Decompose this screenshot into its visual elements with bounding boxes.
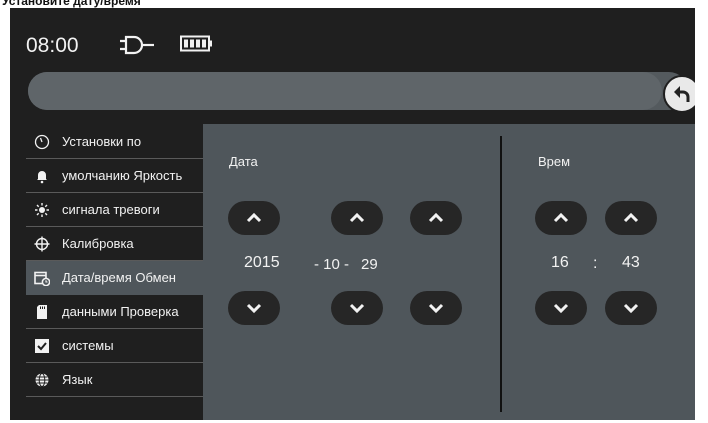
page-caption: Установите дату/время [2,0,141,8]
day-down-button[interactable] [410,291,462,325]
sidebar-item-alarm[interactable]: сигнала тревоги [26,193,206,227]
sidebar-item-label: сигнала тревоги [62,202,160,217]
chevron-up-icon [623,212,639,223]
power-plug-icon [120,35,154,55]
progress-bar [28,72,688,110]
hour-down-button[interactable] [535,291,587,325]
sidebar-item-language[interactable]: Язык [26,363,206,397]
battery-icon [180,35,212,52]
sidebar-menu: Установки по умолчанию Яркость сигнала т… [26,125,206,397]
datetime-panel: Дата Врем 2015 - 10 - 29 16 : 43 [203,124,695,420]
sidebar-item-data-exchange[interactable]: данными Проверка [26,295,206,329]
time-section-label: Врем [538,154,571,169]
chevron-up-icon [553,212,569,223]
day-value: 29 [361,256,378,273]
chevron-down-icon [349,303,365,314]
hour-up-button[interactable] [535,201,587,235]
month-value: - 10 - [314,256,350,273]
year-down-button[interactable] [228,291,280,325]
chevron-down-icon [428,303,444,314]
return-arrow-icon [674,86,690,102]
clock-time: 08:00 [26,34,79,57]
sidebar-item-datetime[interactable]: Дата/время Обмен [26,261,206,295]
chevron-down-icon [246,303,262,314]
sidebar-item-calibration[interactable]: Калибровка [26,227,206,261]
chevron-up-icon [349,212,365,223]
chevron-up-icon [246,212,262,223]
sidebar-item-label: Язык [62,372,93,387]
year-value: 2015 [244,254,280,271]
sidebar-item-label: Установки по [62,134,142,149]
crosshair-icon [34,236,50,252]
section-divider [500,136,502,412]
year-up-button[interactable] [228,201,280,235]
device-screen: 08:00 Установки по умолчанию Яркость сиг… [10,8,695,420]
back-button[interactable] [663,75,695,113]
checkbox-icon [34,338,50,354]
sidebar-item-defaults[interactable]: Установки по [26,125,206,159]
globe-icon [34,372,50,388]
month-down-button[interactable] [331,291,383,325]
sidebar-item-label: Дата/время Обмен [62,270,176,285]
minute-value: 43 [622,254,640,271]
gauge-icon [34,134,50,150]
time-separator: : [593,255,598,272]
sidebar-item-system-check[interactable]: системы [26,329,206,363]
sun-icon [34,202,50,218]
bell-icon [34,168,50,184]
sidebar-item-label: умолчанию Яркость [62,168,183,183]
sd-card-icon [34,304,50,320]
date-section-label: Дата [229,154,258,169]
chevron-down-icon [553,303,569,314]
sidebar-item-brightness[interactable]: умолчанию Яркость [26,159,206,193]
chevron-down-icon [623,303,639,314]
calendar-clock-icon [34,270,50,286]
month-up-button[interactable] [331,201,383,235]
hour-value: 16 [551,254,569,271]
sidebar-item-label: системы [62,338,114,353]
minute-up-button[interactable] [605,201,657,235]
sidebar-item-label: Калибровка [62,236,134,251]
sidebar-item-label: данными Проверка [62,304,179,319]
progress-fill [28,72,662,110]
day-up-button[interactable] [410,201,462,235]
chevron-up-icon [428,212,444,223]
minute-down-button[interactable] [605,291,657,325]
